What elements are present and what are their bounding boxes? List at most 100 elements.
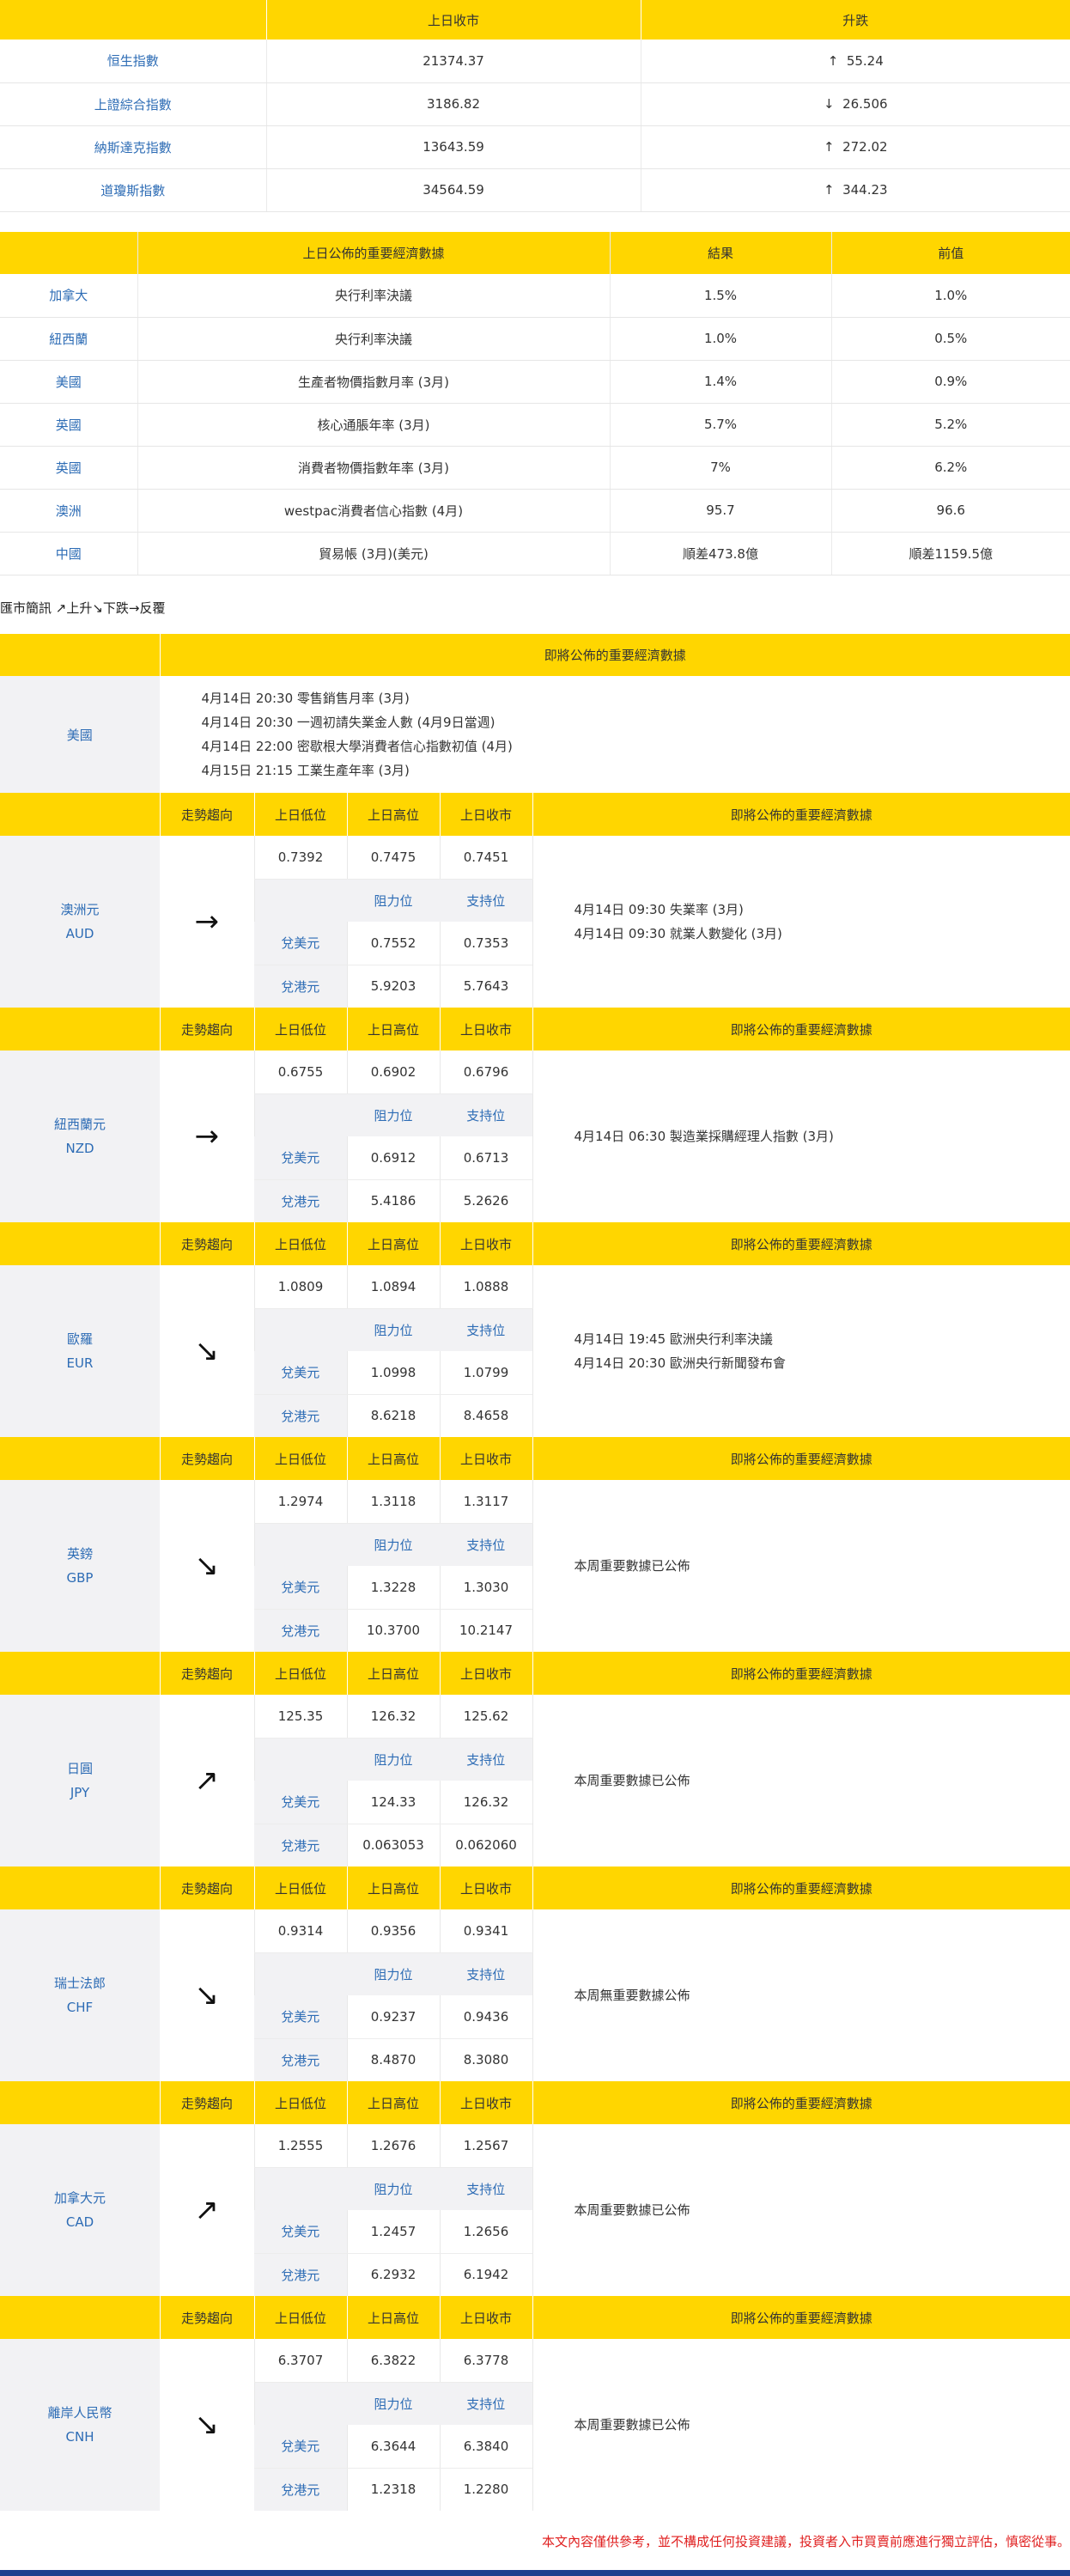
currency-name-cell[interactable]: 加拿大元 CAD bbox=[0, 2124, 160, 2296]
index-name[interactable]: 上證綜合指數 bbox=[0, 82, 266, 126]
level-header-blank bbox=[253, 879, 347, 922]
currency-events-list: 4月14日 09:30 失業率 (3月) 4月14日 09:30 就業人數變化 (… bbox=[532, 836, 1070, 1008]
currency-low: 1.2974 bbox=[253, 1480, 347, 1524]
economic-item: 生產者物價指數月率 (3月) bbox=[137, 360, 610, 404]
label-vs-usd: 兌美元 bbox=[254, 2425, 347, 2469]
us-event: 4月14日 20:30 一週初請失業金人數 (4月9日當週) bbox=[201, 715, 495, 730]
currency-close: 1.2567 bbox=[439, 2124, 532, 2168]
disclaimer: 本文內容僅供參考，並不構成任何投資建議，投資者入市買賣前應進行獨立評估，慎密從事… bbox=[541, 2534, 1070, 2549]
index-change: 26.506 bbox=[842, 96, 888, 112]
economic-country[interactable]: 澳洲 bbox=[0, 489, 137, 533]
header-close: 上日收市 bbox=[439, 2296, 532, 2339]
usd-support: 1.0799 bbox=[439, 1351, 532, 1395]
index-row: 道瓊斯指數 34564.59 ↑ 344.23 bbox=[0, 168, 1070, 212]
economic-prev: 1.0% bbox=[830, 274, 1070, 318]
index-change: 272.02 bbox=[842, 139, 888, 155]
label-vs-usd: 兌美元 bbox=[254, 1566, 347, 1610]
economic-country[interactable]: 英國 bbox=[0, 446, 137, 490]
currency-name-cell[interactable]: 瑞士法郎 CHF bbox=[0, 1909, 160, 2081]
label-vs-usd: 兌美元 bbox=[254, 1136, 347, 1180]
index-close: 34564.59 bbox=[265, 168, 641, 212]
usd-support: 0.7353 bbox=[439, 922, 532, 965]
index-name[interactable]: 納斯達克指數 bbox=[0, 125, 266, 169]
header-close: 上日收市 bbox=[439, 1008, 532, 1050]
hkd-resistance: 8.4870 bbox=[346, 2038, 440, 2081]
economic-data-table: 上日公佈的重要經濟數據 結果 前值 加拿大 央行利率決議 1.5% 1.0% 紐西蘭 央行… bbox=[0, 232, 1070, 575]
index-close: 21374.37 bbox=[265, 40, 641, 83]
label-resistance: 阻力位 bbox=[347, 2382, 440, 2425]
currency-name-cell[interactable]: 英鎊 GBP bbox=[0, 1480, 160, 1652]
header-upcoming: 即將公佈的重要經濟數據 bbox=[532, 793, 1070, 836]
currency-close: 6.3778 bbox=[439, 2339, 532, 2383]
index-close: 13643.59 bbox=[265, 125, 641, 169]
header-trend: 走勢趨向 bbox=[159, 1437, 254, 1480]
label-vs-hkd: 兌港元 bbox=[254, 1609, 347, 1652]
header-upcoming: 即將公佈的重要經濟數據 bbox=[532, 1222, 1070, 1265]
header-close: 上日收市 bbox=[439, 2081, 532, 2124]
economic-item: 央行利率決議 bbox=[137, 274, 610, 318]
currency-events-list: 本周無重要數據公佈 bbox=[532, 1909, 1070, 2081]
us-event: 4月14日 22:00 密歇根大學消費者信心指數初值 (4月) bbox=[201, 739, 513, 754]
currency-high: 1.0894 bbox=[346, 1265, 440, 1309]
economic-country[interactable]: 中國 bbox=[0, 532, 137, 575]
economic-result: 1.4% bbox=[609, 360, 831, 404]
trend-arrow-icon: ↗ bbox=[194, 1763, 220, 1798]
hkd-support: 5.2626 bbox=[439, 1179, 532, 1222]
currency-block-jpy: 走勢趨向 上日低位 上日高位 上日收市 即將公佈的重要經濟數據 日圓 JPY ↗ 125.35 1… bbox=[0, 1652, 1070, 1867]
economic-row: 紐西蘭 央行利率決議 1.0% 0.5% bbox=[0, 317, 1070, 361]
currency-name-cell[interactable]: 離岸人民幣 CNH bbox=[0, 2339, 160, 2511]
currency-name-cell[interactable]: 紐西蘭元 NZD bbox=[0, 1050, 160, 1222]
economic-header-result: 結果 bbox=[609, 232, 831, 274]
header-trend: 走勢趨向 bbox=[159, 793, 254, 836]
header-trend: 走勢趨向 bbox=[159, 2296, 254, 2339]
currency-header-blank bbox=[0, 2081, 160, 2124]
economic-result: 順差473.8億 bbox=[609, 532, 831, 575]
trend-arrow-icon: ↘ bbox=[194, 1549, 220, 1583]
currency-name-cell[interactable]: 歐羅 EUR bbox=[0, 1265, 160, 1437]
label-vs-hkd: 兌港元 bbox=[254, 965, 347, 1008]
header-low: 上日低位 bbox=[253, 1867, 347, 1909]
currency-header-blank bbox=[0, 1008, 160, 1050]
currency-event: 本周重要數據已公佈 bbox=[574, 1558, 690, 1574]
level-header-blank bbox=[253, 1308, 347, 1351]
currency-header-blank bbox=[0, 793, 160, 836]
currency-close: 0.6796 bbox=[439, 1050, 532, 1094]
economic-row: 英國 消費者物價指數年率 (3月) 7% 6.2% bbox=[0, 446, 1070, 490]
economic-country[interactable]: 英國 bbox=[0, 403, 137, 447]
currency-header-blank bbox=[0, 1867, 160, 1909]
currency-name-cell[interactable]: 澳洲元 AUD bbox=[0, 836, 160, 1008]
trend-arrow-icon: → bbox=[194, 904, 220, 939]
currency-event: 4月14日 19:45 歐洲央行利率決議 bbox=[574, 1331, 773, 1347]
fx-legend: 匯市簡訊 ↗上升↘下跌→反覆 bbox=[0, 600, 166, 616]
currency-events-list: 本周重要數據已公佈 bbox=[532, 1480, 1070, 1652]
economic-country[interactable]: 加拿大 bbox=[0, 274, 137, 318]
usd-resistance: 0.6912 bbox=[346, 1136, 440, 1180]
header-low: 上日低位 bbox=[253, 2081, 347, 2124]
currency-name: 紐西蘭元 bbox=[53, 1117, 106, 1132]
index-change: 344.23 bbox=[842, 182, 888, 198]
trend-arrow-icon: ↗ bbox=[194, 2193, 220, 2227]
us-header-blank bbox=[0, 634, 160, 676]
currency-close: 1.3117 bbox=[439, 1480, 532, 1524]
currency-low: 0.6755 bbox=[253, 1050, 347, 1094]
index-header-blank bbox=[0, 0, 266, 40]
level-header-blank bbox=[253, 2167, 347, 2210]
currency-events-list: 4月14日 06:30 製造業採購經理人指數 (3月) bbox=[532, 1050, 1070, 1222]
economic-result: 1.5% bbox=[609, 274, 831, 318]
us-country: 美國 bbox=[0, 676, 160, 793]
index-change-cell: ↑ 344.23 bbox=[640, 168, 1070, 212]
economic-country[interactable]: 紐西蘭 bbox=[0, 317, 137, 361]
label-support: 支持位 bbox=[440, 2167, 532, 2210]
hkd-support: 1.2280 bbox=[439, 2468, 532, 2511]
label-resistance: 阻力位 bbox=[347, 1523, 440, 1566]
economic-country[interactable]: 美國 bbox=[0, 360, 137, 404]
currency-name-cell[interactable]: 日圓 JPY bbox=[0, 1695, 160, 1867]
currency-high: 0.6902 bbox=[346, 1050, 440, 1094]
label-support: 支持位 bbox=[440, 1093, 532, 1136]
index-name[interactable]: 道瓊斯指數 bbox=[0, 168, 266, 212]
currency-high: 6.3822 bbox=[346, 2339, 440, 2383]
economic-item: 央行利率決議 bbox=[137, 317, 610, 361]
economic-result: 7% bbox=[609, 446, 831, 490]
index-name[interactable]: 恒生指數 bbox=[0, 40, 266, 83]
currency-event: 本周重要數據已公佈 bbox=[574, 2417, 690, 2433]
